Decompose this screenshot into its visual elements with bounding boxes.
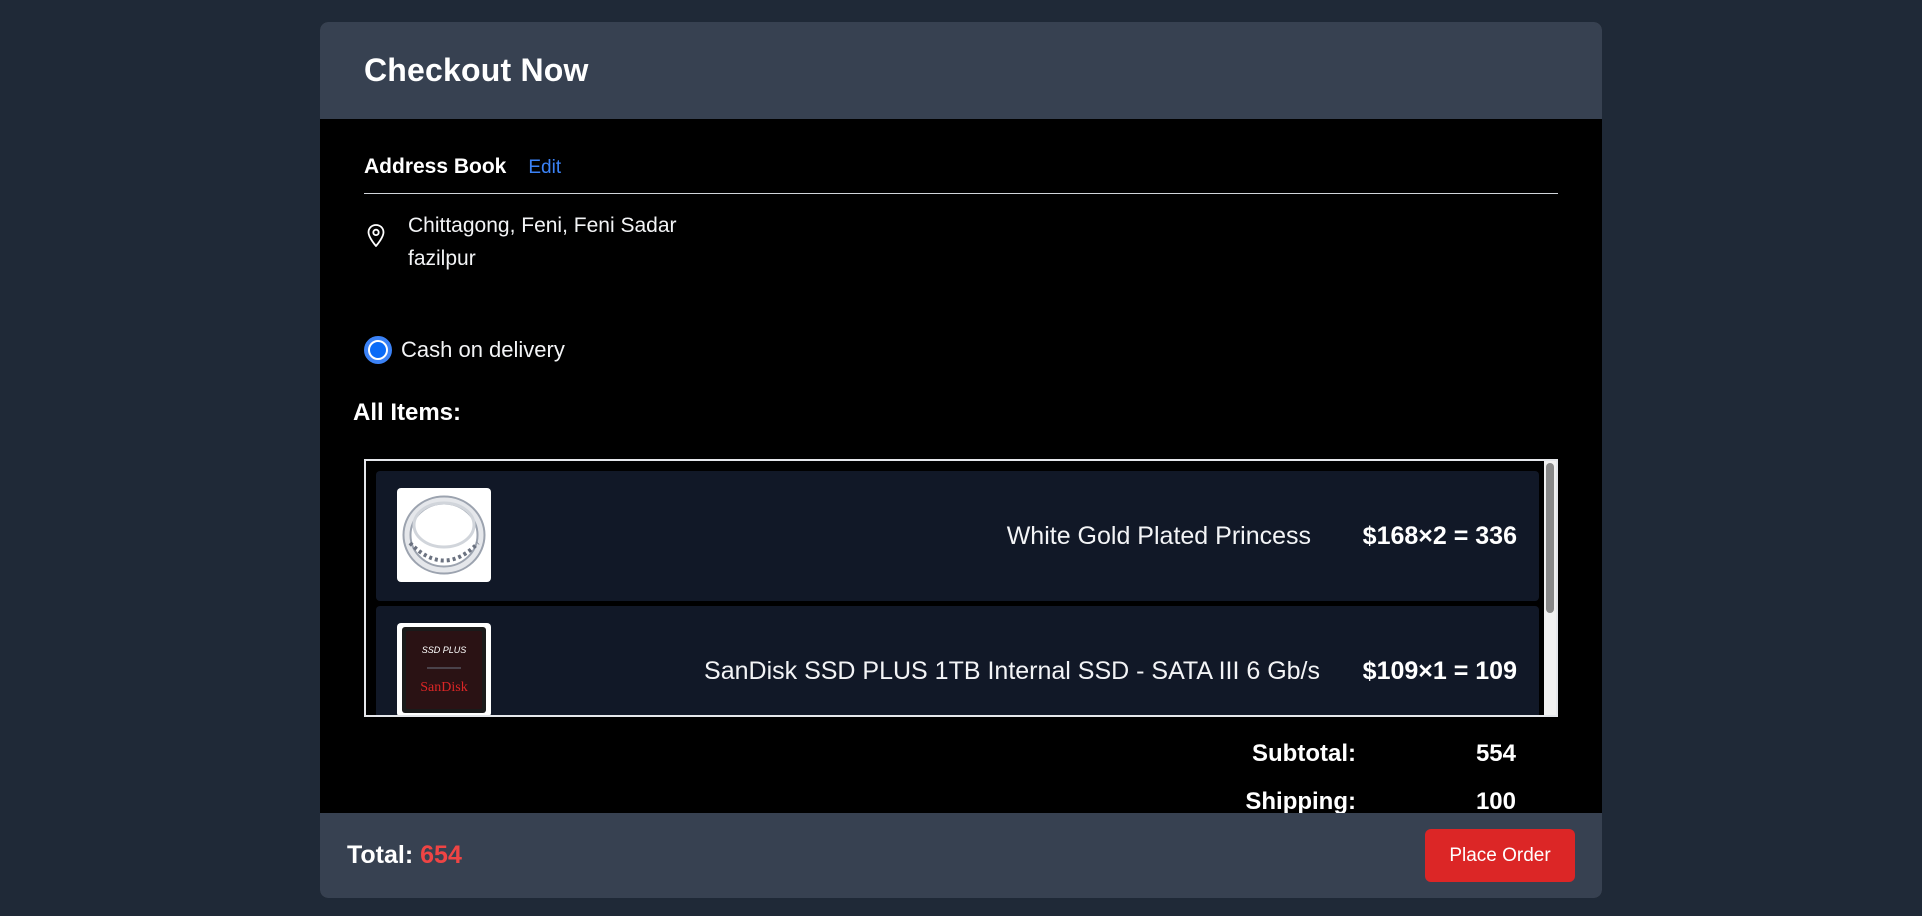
payment-option-cod[interactable]: Cash on delivery	[364, 336, 565, 364]
address-text: Chittagong, Feni, Feni Sadar fazilpur	[408, 209, 677, 275]
list-item: SSD PLUS SanDisk SanDisk SSD PLUS 1TB In…	[376, 606, 1539, 715]
all-items-heading: All Items:	[353, 399, 462, 426]
shipping-row: Shipping: 100	[1116, 788, 1516, 816]
subtotal-label: Subtotal:	[1252, 740, 1356, 767]
subtotal-value: 554	[1475, 740, 1516, 767]
order-total: Total: 654	[347, 841, 462, 870]
modal-body[interactable]: Address Book Edit Chittagong, Feni, Feni…	[320, 119, 1602, 816]
ssd-model-text: SSD PLUS	[422, 645, 467, 655]
item-name: White Gold Plated Princess	[1006, 521, 1311, 550]
edit-address-link[interactable]: Edit	[528, 157, 561, 179]
item-name: SanDisk SSD PLUS 1TB Internal SSD - SATA…	[704, 656, 1320, 685]
list-item: White Gold Plated Princess $168×2 = 336	[376, 471, 1539, 601]
shipping-value: 100	[1475, 788, 1516, 815]
place-order-button[interactable]: Place Order	[1425, 829, 1575, 882]
modal-header: Checkout Now	[320, 22, 1602, 119]
modal-title: Checkout Now	[364, 52, 589, 88]
items-list[interactable]: White Gold Plated Princess $168×2 = 336 …	[364, 459, 1558, 717]
address-line-2: fazilpur	[408, 247, 476, 270]
cod-radio[interactable]	[364, 336, 392, 364]
scrollbar-thumb[interactable]	[1546, 463, 1554, 613]
radio-selected-dot	[370, 342, 386, 358]
address-block: Chittagong, Feni, Feni Sadar fazilpur	[364, 209, 677, 275]
subtotal-row: Subtotal: 554	[1116, 740, 1516, 768]
modal-footer: Total: 654 Place Order	[320, 813, 1602, 898]
item-price: $168×2 = 336	[1362, 521, 1517, 550]
ssd-image-graphic: SSD PLUS SanDisk	[402, 627, 486, 713]
ring-image	[397, 488, 491, 582]
address-book-title: Address Book	[364, 155, 507, 178]
ssd-brand-text: SanDisk	[420, 680, 467, 695]
ring-image-graphic	[402, 495, 486, 575]
payment-label[interactable]: Cash on delivery	[401, 337, 565, 363]
checkout-modal: Checkout Now Address Book Edit Chittagon…	[320, 22, 1602, 898]
item-price: $109×1 = 109	[1362, 656, 1517, 685]
address-line-1: Chittagong, Feni, Feni Sadar	[408, 214, 677, 237]
shipping-label: Shipping:	[1245, 788, 1356, 815]
ssd-image: SSD PLUS SanDisk	[397, 623, 491, 715]
items-scrollbar[interactable]	[1544, 461, 1556, 715]
map-pin-icon	[367, 224, 385, 247]
total-value: 654	[420, 841, 462, 869]
total-label: Total:	[347, 841, 414, 869]
address-book-header: Address Book Edit	[364, 155, 1558, 194]
